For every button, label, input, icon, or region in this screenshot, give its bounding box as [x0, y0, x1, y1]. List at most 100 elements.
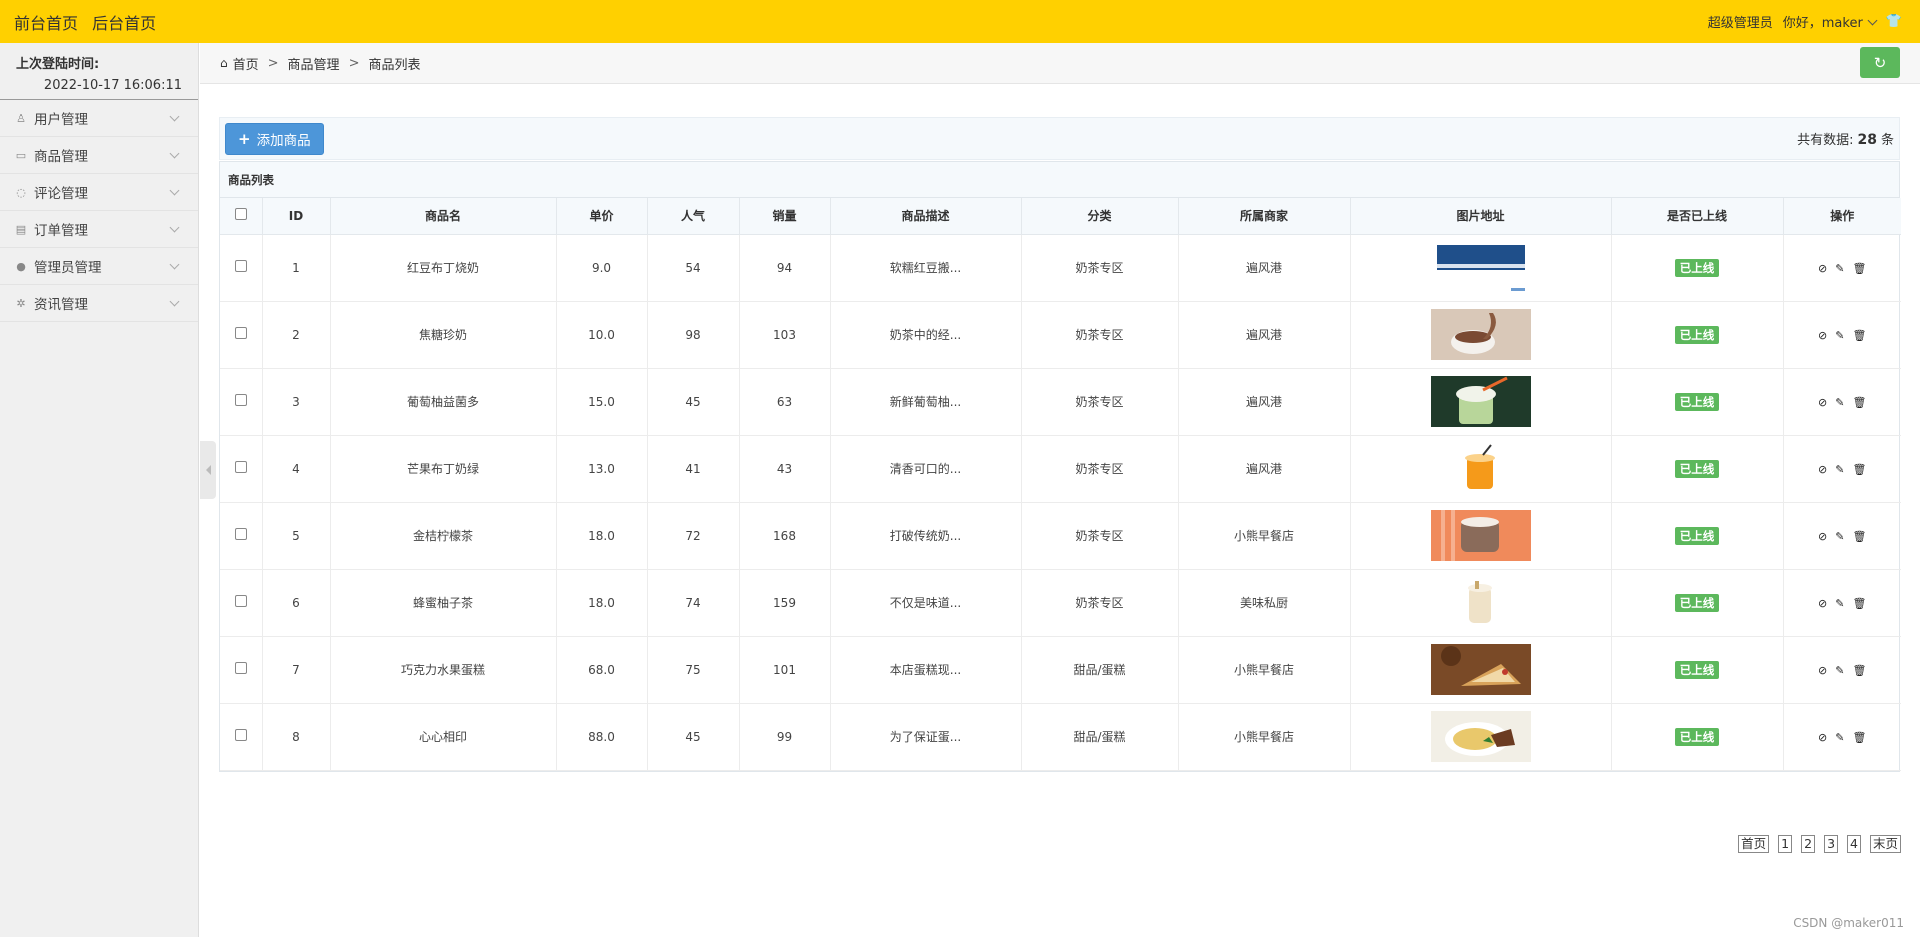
admin-home-link[interactable]: 后台首页	[92, 14, 156, 33]
shirt-icon[interactable]: 👕	[1886, 14, 1902, 29]
cell-category: 奶茶专区	[1021, 435, 1179, 503]
toggle-offline-icon[interactable]: ⊘	[1818, 530, 1827, 543]
row-checkbox[interactable]	[234, 662, 247, 674]
header-description[interactable]: 商品描述	[830, 198, 1022, 235]
edit-icon[interactable]: ✎	[1835, 463, 1844, 476]
trash-icon[interactable]: 🗑	[1852, 463, 1866, 476]
header-price[interactable]: 单价	[556, 198, 648, 235]
row-checkbox[interactable]	[234, 327, 247, 339]
chevron-down-icon	[169, 148, 180, 159]
sidebar-item-admins[interactable]: ● 管理员管理	[0, 248, 198, 285]
page-3[interactable]: 3	[1824, 835, 1839, 853]
product-table-box: 商品列表 ID 商品名 单价 人气 销量 商品描述 分类 所属商家 图片地址 是…	[219, 161, 1901, 772]
sidebar-item-users[interactable]: ♙ 用户管理	[0, 100, 198, 137]
toggle-offline-icon[interactable]: ⊘	[1818, 329, 1827, 342]
row-checkbox[interactable]	[234, 461, 247, 473]
row-checkbox[interactable]	[234, 394, 247, 406]
sidebar-item-orders[interactable]: ▤ 订单管理	[0, 211, 198, 248]
product-thumbnail	[1430, 510, 1531, 561]
row-select-cell	[220, 569, 263, 637]
edit-icon[interactable]: ✎	[1835, 329, 1844, 342]
cell-description: 本店蛋糕现...	[830, 636, 1022, 704]
cell-price: 88.0	[556, 703, 648, 771]
toggle-offline-icon[interactable]: ⊘	[1818, 664, 1827, 677]
page-4[interactable]: 4	[1847, 835, 1861, 853]
page-1[interactable]: 1	[1778, 835, 1793, 853]
edit-icon[interactable]: ✎	[1835, 597, 1844, 610]
cell-image	[1350, 636, 1612, 704]
page-last[interactable]: 末页	[1869, 835, 1901, 853]
table-row: 7 巧克力水果蛋糕 68.0 75 101 本店蛋糕现... 甜品/蛋糕 小熊早餐店 已上线 ⊘ ✎…	[220, 636, 1901, 704]
trash-icon[interactable]: 🗑	[1852, 597, 1866, 610]
product-thumbnail	[1430, 242, 1531, 293]
cell-name: 红豆布丁烧奶	[330, 234, 557, 302]
cell-image	[1350, 234, 1612, 302]
cell-shop: 小熊早餐店	[1178, 703, 1351, 771]
trash-icon[interactable]: 🗑	[1852, 329, 1866, 342]
cell-actions: ⊘ ✎ 🗑	[1783, 636, 1901, 704]
row-checkbox[interactable]	[234, 729, 247, 741]
plus-icon: +	[238, 129, 251, 148]
toggle-offline-icon[interactable]: ⊘	[1818, 396, 1827, 409]
toggle-offline-icon[interactable]: ⊘	[1818, 731, 1827, 744]
cell-status: 已上线	[1611, 234, 1784, 302]
toggle-offline-icon[interactable]: ⊘	[1818, 597, 1827, 610]
breadcrumb: ⌂ 首页 > 商品管理 > 商品列表 ↻	[200, 43, 1920, 84]
sidebar-item-label: 商品管理	[34, 149, 88, 165]
header-id[interactable]: ID	[262, 198, 331, 235]
trash-icon[interactable]: 🗑	[1852, 530, 1866, 543]
sidebar-item-comments[interactable]: ◌ 评论管理	[0, 174, 198, 211]
header-name[interactable]: 商品名	[330, 198, 557, 235]
page-2[interactable]: 2	[1801, 835, 1816, 853]
sidebar-collapse-handle[interactable]	[200, 441, 216, 499]
row-checkbox[interactable]	[234, 595, 247, 607]
cell-price: 10.0	[556, 301, 648, 369]
header-shop[interactable]: 所属商家	[1178, 198, 1351, 235]
sidebar-item-news[interactable]: ✲ 资讯管理	[0, 285, 198, 322]
refresh-button[interactable]: ↻	[1860, 47, 1900, 78]
trash-icon[interactable]: 🗑	[1852, 664, 1866, 677]
trash-icon[interactable]: 🗑	[1852, 396, 1866, 409]
header-image[interactable]: 图片地址	[1350, 198, 1612, 235]
header-status[interactable]: 是否已上线	[1611, 198, 1784, 235]
breadcrumb-products[interactable]: 商品管理	[288, 54, 340, 73]
cell-id: 4	[262, 435, 331, 503]
user-menu[interactable]: 你好，maker	[1783, 12, 1878, 31]
cell-popularity: 45	[647, 368, 740, 436]
breadcrumb-home[interactable]: 首页	[233, 54, 259, 73]
user-area: 超级管理员 你好，maker 👕	[1698, 12, 1906, 31]
edit-icon[interactable]: ✎	[1835, 396, 1844, 409]
trash-icon[interactable]: 🗑	[1852, 731, 1866, 744]
status-badge: 已上线	[1674, 459, 1720, 478]
header-category[interactable]: 分类	[1021, 198, 1179, 235]
cell-status: 已上线	[1611, 502, 1784, 570]
add-product-button[interactable]: + 添加商品	[225, 122, 324, 155]
product-thumbnail	[1430, 577, 1531, 628]
status-badge: 已上线	[1674, 526, 1720, 545]
edit-icon[interactable]: ✎	[1835, 664, 1844, 677]
cell-id: 6	[262, 569, 331, 637]
refresh-icon: ↻	[1873, 53, 1887, 72]
row-checkbox[interactable]	[234, 528, 247, 540]
select-all-checkbox[interactable]	[234, 208, 247, 221]
sidebar: 上次登陆时间: 2022-10-17 16:06:11 ♙ 用户管理 ▭ 商品管…	[0, 43, 199, 937]
header-sales[interactable]: 销量	[739, 198, 831, 235]
table-row: 1 红豆布丁烧奶 9.0 54 94 软糯红豆搬... 奶茶专区 遍风港 已上线 ⊘ ✎ 🗑	[220, 234, 1901, 302]
toggle-offline-icon[interactable]: ⊘	[1818, 463, 1827, 476]
row-checkbox[interactable]	[234, 260, 247, 272]
sidebar-item-products[interactable]: ▭ 商品管理	[0, 137, 198, 174]
trash-icon[interactable]: 🗑	[1852, 262, 1866, 275]
edit-icon[interactable]: ✎	[1835, 262, 1844, 275]
edit-icon[interactable]: ✎	[1835, 530, 1844, 543]
cell-id: 3	[262, 368, 331, 436]
cell-status: 已上线	[1611, 435, 1784, 503]
cell-actions: ⊘ ✎ 🗑	[1783, 234, 1901, 302]
header-popularity[interactable]: 人气	[647, 198, 740, 235]
front-home-link[interactable]: 前台首页	[14, 14, 78, 33]
page-first[interactable]: 首页	[1738, 835, 1770, 853]
cell-description: 软糯红豆搬...	[830, 234, 1022, 302]
table-row: 4 芒果布丁奶绿 13.0 41 43 清香可口的... 奶茶专区 遍风港 已上线 ⊘ ✎ 🗑	[220, 435, 1901, 503]
edit-icon[interactable]: ✎	[1835, 731, 1844, 744]
toggle-offline-icon[interactable]: ⊘	[1818, 262, 1827, 275]
watermark: CSDN @maker011	[1793, 916, 1904, 930]
